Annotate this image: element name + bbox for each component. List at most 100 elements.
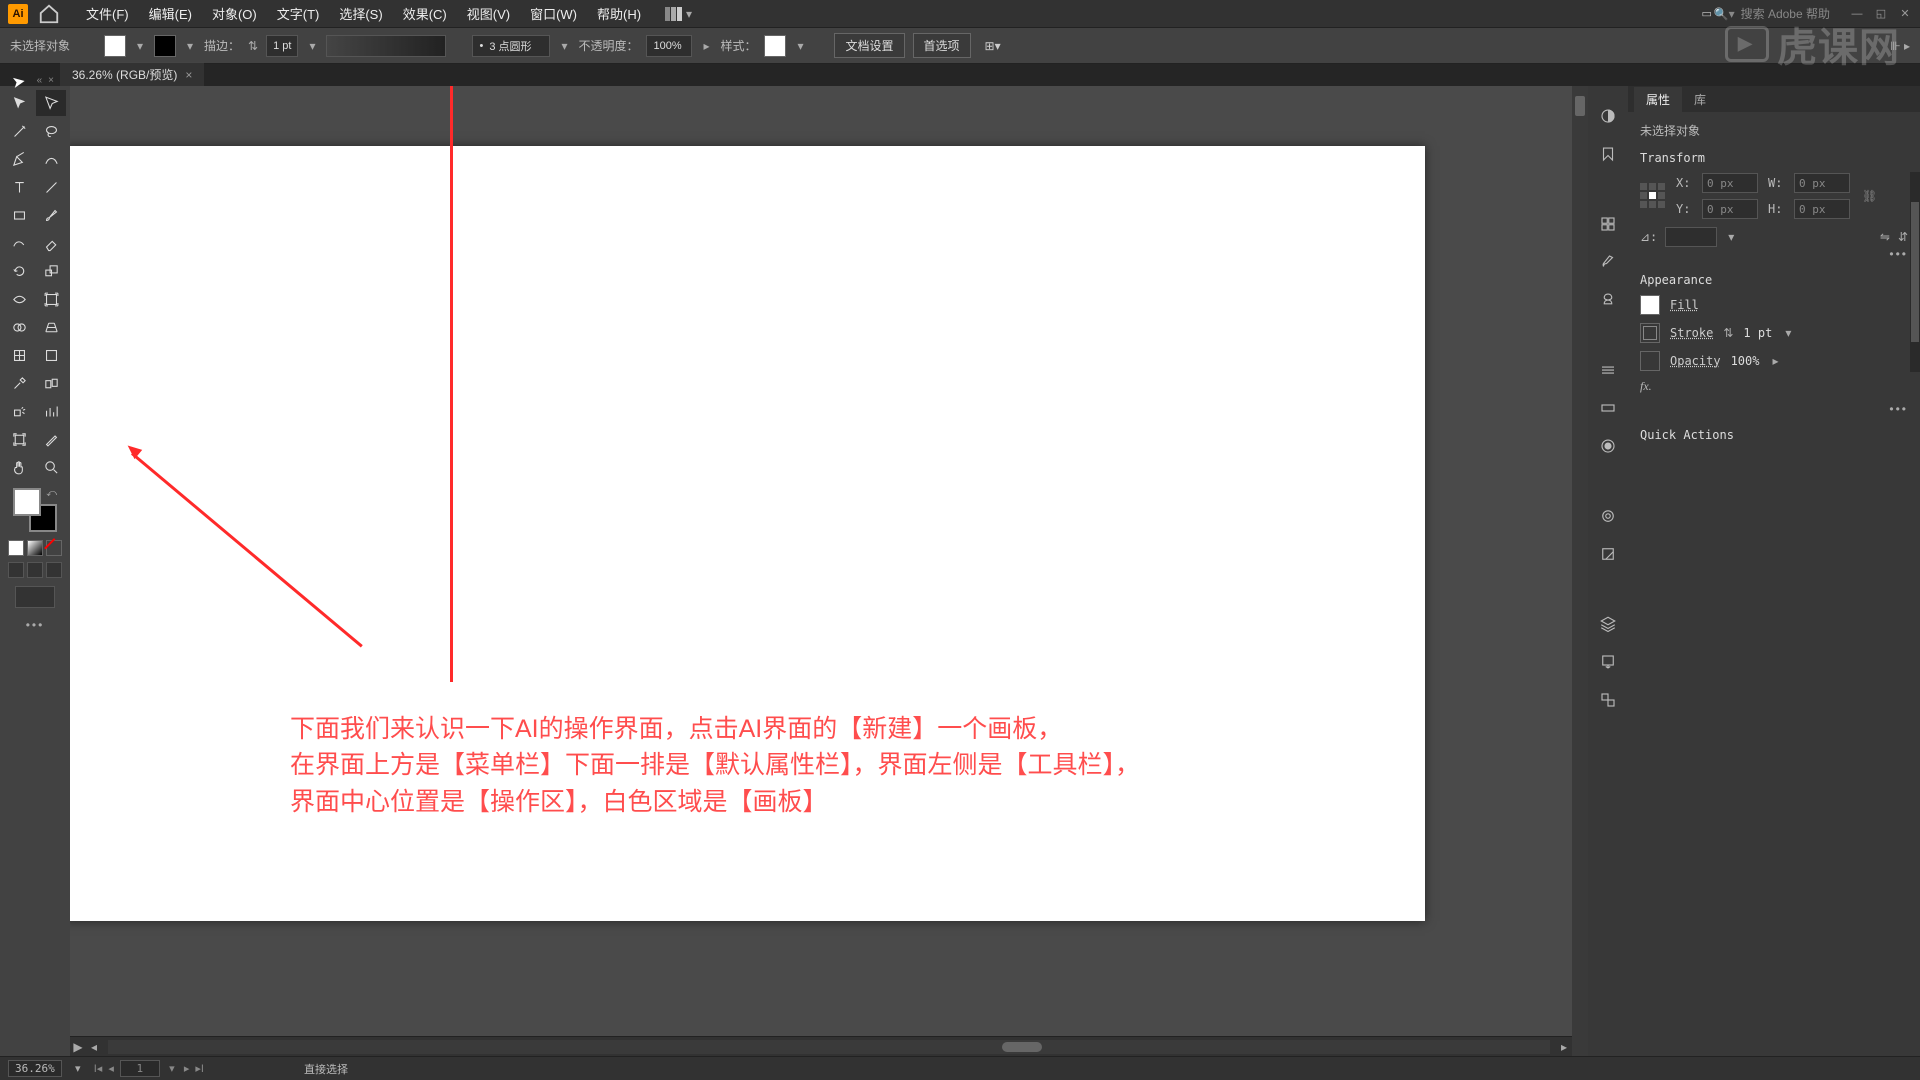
artboard-next-icon[interactable]: ▸ [184, 1062, 190, 1075]
width-tool-icon[interactable] [4, 286, 34, 312]
angle-input[interactable] [1665, 227, 1717, 247]
swap-fill-stroke-icon[interactable]: ⤺ [46, 488, 57, 499]
lasso-tool-icon[interactable] [36, 118, 66, 144]
fx-label[interactable]: fx. [1640, 379, 1652, 394]
line-tool-icon[interactable] [36, 174, 66, 200]
paintbrush-tool-icon[interactable] [36, 202, 66, 228]
menu-file[interactable]: 文件(F) [76, 0, 139, 28]
transform-more-icon[interactable]: ••• [1640, 247, 1908, 261]
zoom-tool-icon[interactable] [36, 454, 66, 480]
stroke-value-panel[interactable]: 1 pt [1743, 326, 1772, 340]
vertical-scrollbar[interactable] [1572, 86, 1588, 1056]
flip-h-icon[interactable]: ⇋ [1880, 230, 1890, 244]
swatches-panel-icon[interactable] [1596, 212, 1620, 236]
reference-point-icon[interactable] [1640, 183, 1666, 209]
gradient-panel-icon[interactable] [1596, 396, 1620, 420]
artboards-panel-icon[interactable] [1596, 688, 1620, 712]
menu-window[interactable]: 窗口(W) [520, 0, 587, 28]
rotate-tool-icon[interactable] [4, 258, 34, 284]
flip-v-icon[interactable]: ⇵ [1898, 230, 1908, 244]
color-guide-panel-icon[interactable] [1596, 142, 1620, 166]
opacity-input[interactable]: 100% [646, 35, 692, 57]
edit-toolbar-icon[interactable]: ••• [26, 618, 45, 632]
color-mode-gradient-icon[interactable] [27, 540, 43, 556]
timeline-next-icon[interactable]: ▸ [1556, 1040, 1572, 1054]
menu-effect[interactable]: 效果(C) [393, 0, 457, 28]
fill-swatch[interactable] [104, 35, 126, 57]
free-transform-tool-icon[interactable] [36, 286, 66, 312]
direct-selection-tool-icon[interactable] [36, 90, 66, 116]
curvature-tool-icon[interactable] [36, 146, 66, 172]
horizontal-scrollbar[interactable] [108, 1040, 1550, 1054]
stroke-stepper-icon[interactable]: ⇅ [248, 39, 258, 53]
symbol-sprayer-tool-icon[interactable] [4, 398, 34, 424]
style-dropdown-icon[interactable]: ▾ [794, 39, 806, 53]
document-setup-button[interactable]: 文档设置 [834, 33, 904, 58]
opacity-flyout-icon[interactable]: ▸ [700, 39, 712, 53]
panel-tab-properties[interactable]: 属性 [1634, 87, 1682, 112]
screen-mode-icon[interactable] [15, 586, 55, 608]
align-flyout-icon[interactable]: ⊞▾ [985, 39, 1001, 53]
fill-stroke-control[interactable]: ⤺ [13, 488, 57, 532]
eraser-tool-icon[interactable] [36, 230, 66, 256]
graphic-styles-panel-icon[interactable] [1596, 542, 1620, 566]
artboard-last-icon[interactable]: ▸I [195, 1062, 204, 1075]
w-input[interactable] [1794, 173, 1850, 193]
arrange-docs-icon[interactable]: ▭ [1700, 7, 1714, 21]
draw-inside-icon[interactable] [46, 562, 62, 578]
brush-dropdown-icon[interactable]: ▾ [558, 39, 570, 53]
menu-edit[interactable]: 编辑(E) [139, 0, 202, 28]
tab-prev-icon[interactable]: « [37, 75, 43, 86]
symbols-panel-icon[interactable] [1596, 288, 1620, 312]
slice-tool-icon[interactable] [36, 426, 66, 452]
h-input[interactable] [1794, 199, 1850, 219]
stroke-dropdown-icon[interactable]: ▾ [184, 39, 196, 53]
x-input[interactable] [1702, 173, 1758, 193]
eyedropper-tool-icon[interactable] [4, 370, 34, 396]
menu-object[interactable]: 对象(O) [202, 0, 267, 28]
shaper-tool-icon[interactable] [4, 230, 34, 256]
angle-dropdown-icon[interactable]: ▾ [1725, 230, 1737, 244]
timeline-play-icon[interactable]: ▶ [70, 1040, 86, 1054]
panel-tab-libraries[interactable]: 库 [1682, 87, 1718, 112]
artboard-first-icon[interactable]: I◂ [94, 1062, 103, 1075]
transparency-panel-icon[interactable] [1596, 434, 1620, 458]
document-tab-close-icon[interactable]: × [185, 68, 192, 82]
opacity-flyout-panel-icon[interactable]: ▸ [1769, 354, 1781, 368]
draw-behind-icon[interactable] [27, 562, 43, 578]
tab-close-all-icon[interactable]: × [48, 75, 54, 86]
artboard-prev-icon[interactable]: ◂ [108, 1062, 114, 1075]
menu-select[interactable]: 选择(S) [329, 0, 392, 28]
opacity-swatch-panel[interactable] [1640, 351, 1660, 371]
asset-export-panel-icon[interactable] [1596, 650, 1620, 674]
opacity-label-panel[interactable]: Opacity [1670, 354, 1721, 368]
appearance-panel-icon[interactable] [1596, 504, 1620, 528]
column-graph-tool-icon[interactable] [36, 398, 66, 424]
scale-tool-icon[interactable] [36, 258, 66, 284]
menu-help[interactable]: 帮助(H) [587, 0, 651, 28]
shape-builder-tool-icon[interactable] [4, 314, 34, 340]
selection-tool-icon[interactable] [4, 90, 34, 116]
window-close-icon[interactable]: ✕ [1898, 7, 1912, 21]
stroke-stepper-panel-icon[interactable]: ⇅ [1723, 326, 1733, 340]
pen-tool-icon[interactable] [4, 146, 34, 172]
fill-swatch-panel[interactable] [1640, 295, 1660, 315]
preferences-button[interactable]: 首选项 [913, 33, 971, 58]
timeline-prev-icon[interactable]: ◂ [86, 1040, 102, 1054]
home-icon[interactable] [38, 3, 60, 25]
brush-def[interactable]: •3 点圆形 [472, 35, 550, 57]
draw-normal-icon[interactable] [8, 562, 24, 578]
menu-view[interactable]: 视图(V) [457, 0, 520, 28]
stroke-swatch[interactable] [154, 35, 176, 57]
artboard-tool-icon[interactable] [4, 426, 34, 452]
zoom-input[interactable]: 36.26% [8, 1060, 62, 1077]
magic-wand-tool-icon[interactable] [4, 118, 34, 144]
zoom-dropdown-icon[interactable]: ▾ [72, 1062, 84, 1075]
mesh-tool-icon[interactable] [4, 342, 34, 368]
color-panel-icon[interactable] [1596, 104, 1620, 128]
variable-width-profile[interactable] [326, 35, 446, 57]
fill-dropdown-icon[interactable]: ▾ [134, 39, 146, 53]
panel-scrollbar[interactable] [1910, 172, 1920, 372]
artboard-number-input[interactable]: 1 [120, 1060, 160, 1077]
opacity-value-panel[interactable]: 100% [1731, 354, 1760, 368]
